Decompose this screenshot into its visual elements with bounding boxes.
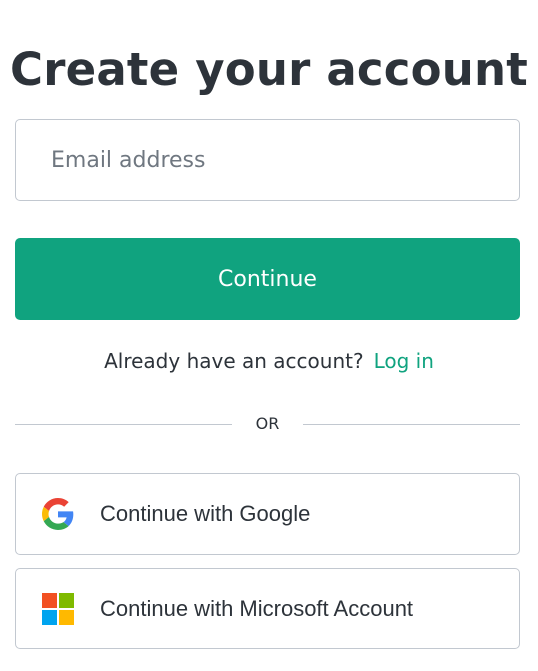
microsoft-logo-icon (42, 592, 74, 625)
divider-line-right (303, 424, 520, 425)
login-prompt: Already have an account? (104, 349, 364, 373)
login-row: Already have an account? Log in (0, 343, 538, 379)
or-divider-label: OR (255, 414, 280, 433)
google-logo-icon (42, 498, 74, 530)
continue-button[interactable]: Continue (15, 238, 520, 320)
email-field[interactable] (15, 119, 520, 201)
google-button-label: Continue with Google (100, 501, 311, 526)
continue-with-google-button[interactable]: Continue with Google (15, 473, 520, 555)
login-link[interactable]: Log in (374, 349, 434, 373)
microsoft-button-label: Continue with Microsoft Account (100, 595, 414, 621)
continue-with-microsoft-button[interactable]: Continue with Microsoft Account (15, 568, 520, 649)
page-title: Create your account (10, 43, 528, 97)
divider-line-left (15, 424, 232, 425)
